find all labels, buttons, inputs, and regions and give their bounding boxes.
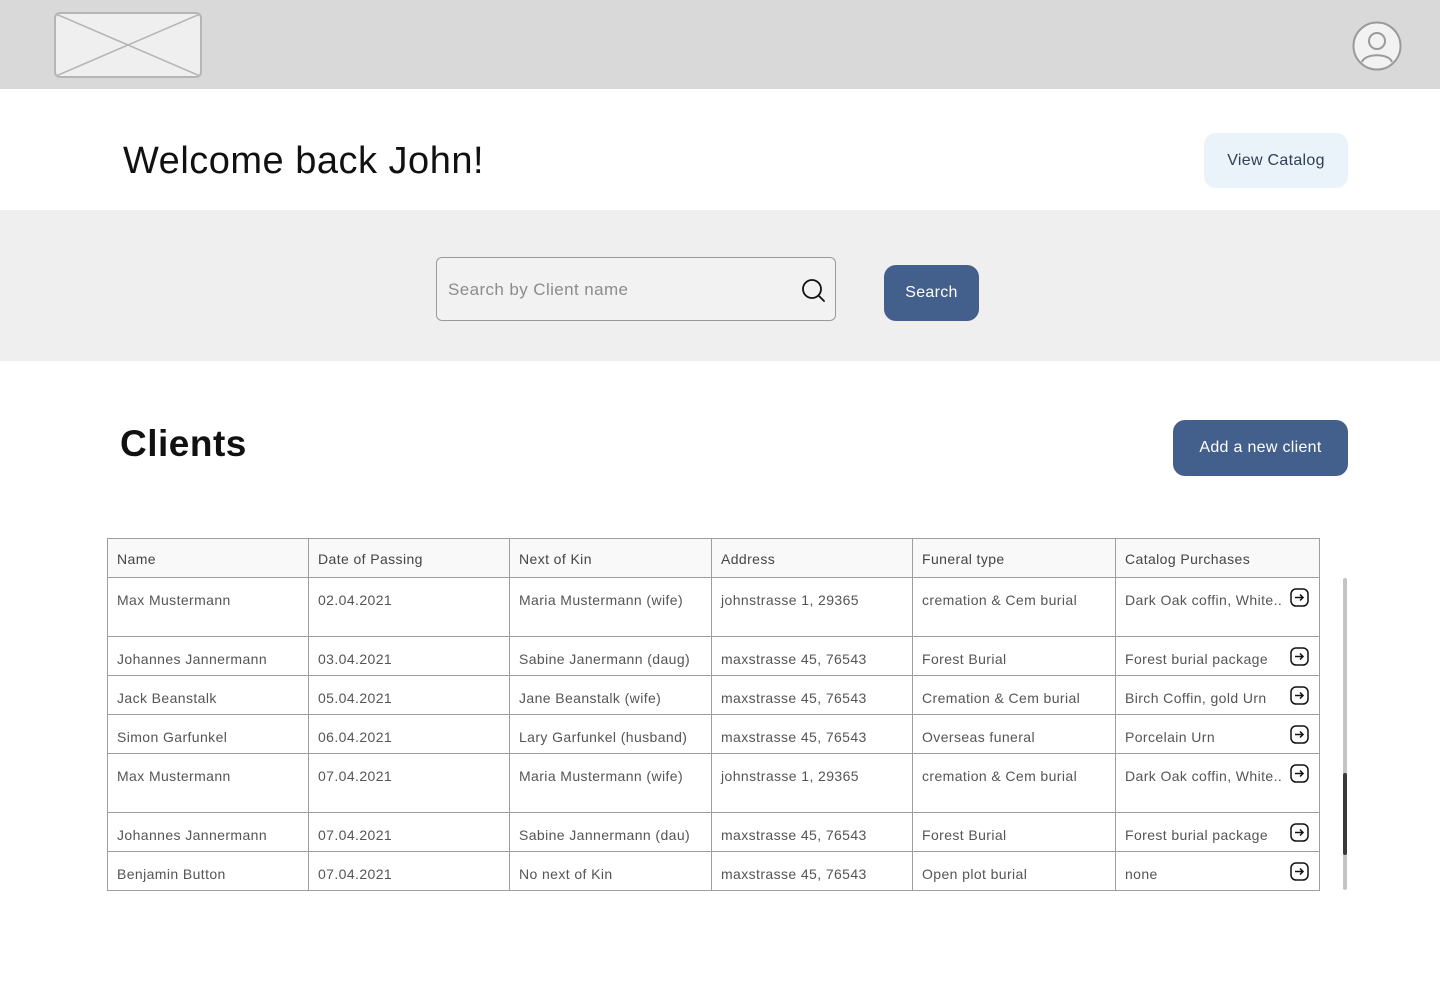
user-avatar-icon[interactable] (1352, 21, 1402, 71)
cell-purchases: Porcelain Urn (1115, 714, 1320, 754)
cell-name: Simon Garfunkel (107, 714, 309, 754)
purchases-text: Forest burial package (1125, 651, 1269, 667)
cell-funeral-type: Open plot burial (912, 851, 1116, 891)
cell-address: maxstrasse 45, 76543 (711, 851, 913, 891)
table-row[interactable]: Johannes Jannermann 07.04.2021 Sabine Ja… (107, 812, 1320, 852)
column-header-date[interactable]: Date of Passing (308, 538, 510, 578)
cell-funeral-type: Overseas funeral (912, 714, 1116, 754)
cell-name: Johannes Jannermann (107, 636, 309, 676)
clients-heading: Clients (120, 423, 247, 464)
table-row[interactable]: Max Mustermann 02.04.2021 Maria Musterma… (107, 577, 1320, 637)
cell-date: 03.04.2021 (308, 636, 510, 676)
cell-kin: Maria Mustermann (wife) (509, 753, 712, 813)
arrow-right-box-icon[interactable] (1290, 823, 1309, 842)
cell-address: maxstrasse 45, 76543 (711, 714, 913, 754)
purchases-text: Porcelain Urn (1125, 729, 1216, 745)
arrow-right-box-icon[interactable] (1290, 647, 1309, 666)
image-placeholder-icon[interactable] (54, 12, 202, 78)
cell-address: johnstrasse 1, 29365 (711, 577, 913, 637)
purchases-text: Dark Oak coffin, White.. (1125, 768, 1283, 784)
column-header-name[interactable]: Name (107, 538, 309, 578)
search-icon[interactable] (801, 278, 825, 302)
add-client-button[interactable]: Add a new client (1173, 420, 1348, 476)
column-header-address[interactable]: Address (711, 538, 913, 578)
cell-date: 07.04.2021 (308, 753, 510, 813)
cell-date: 06.04.2021 (308, 714, 510, 754)
arrow-right-box-icon[interactable] (1290, 686, 1309, 705)
arrow-right-box-icon[interactable] (1290, 764, 1309, 783)
cell-address: maxstrasse 45, 76543 (711, 636, 913, 676)
clients-table: Name Date of Passing Next of Kin Address… (107, 538, 1320, 891)
arrow-right-box-icon[interactable] (1290, 725, 1309, 744)
page-title: Welcome back John! (123, 140, 485, 182)
purchases-text: Dark Oak coffin, White.. (1125, 592, 1283, 608)
table-row[interactable]: Jack Beanstalk 05.04.2021 Jane Beanstalk… (107, 675, 1320, 715)
column-header-purchases[interactable]: Catalog Purchases (1115, 538, 1320, 578)
arrow-right-box-icon[interactable] (1290, 588, 1309, 607)
cell-date: 07.04.2021 (308, 851, 510, 891)
table-row[interactable]: Johannes Jannermann 03.04.2021 Sabine Ja… (107, 636, 1320, 676)
cell-kin: Maria Mustermann (wife) (509, 577, 712, 637)
cell-funeral-type: Forest Burial (912, 636, 1116, 676)
cell-purchases: none (1115, 851, 1320, 891)
cell-name: Johannes Jannermann (107, 812, 309, 852)
search-field[interactable] (436, 257, 836, 321)
purchases-text: Birch Coffin, gold Urn (1125, 690, 1267, 706)
purchases-text: Forest burial package (1125, 827, 1269, 843)
cell-kin: Jane Beanstalk (wife) (509, 675, 712, 715)
cell-address: maxstrasse 45, 76543 (711, 675, 913, 715)
cell-name: Jack Beanstalk (107, 675, 309, 715)
cell-name: Benjamin Button (107, 851, 309, 891)
table-header-row: Name Date of Passing Next of Kin Address… (107, 538, 1320, 578)
cell-funeral-type: Forest Burial (912, 812, 1116, 852)
cell-address: maxstrasse 45, 76543 (711, 812, 913, 852)
search-section: Search (0, 210, 1440, 361)
table-row[interactable]: Max Mustermann 07.04.2021 Maria Musterma… (107, 753, 1320, 813)
cell-date: 07.04.2021 (308, 812, 510, 852)
table-row[interactable]: Benjamin Button 07.04.2021 No next of Ki… (107, 851, 1320, 891)
cell-kin: Sabine Jannermann (dau) (509, 812, 712, 852)
cell-funeral-type: cremation & Cem burial (912, 577, 1116, 637)
top-bar (0, 0, 1440, 89)
cell-name: Max Mustermann (107, 577, 309, 637)
cell-kin: Lary Garfunkel (husband) (509, 714, 712, 754)
search-button[interactable]: Search (884, 265, 979, 321)
cell-funeral-type: Cremation & Cem burial (912, 675, 1116, 715)
cell-address: johnstrasse 1, 29365 (711, 753, 913, 813)
table-row[interactable]: Simon Garfunkel 06.04.2021 Lary Garfunke… (107, 714, 1320, 754)
cell-funeral-type: cremation & Cem burial (912, 753, 1116, 813)
cell-purchases: Dark Oak coffin, White.. (1115, 753, 1320, 813)
cell-date: 05.04.2021 (308, 675, 510, 715)
cell-date: 02.04.2021 (308, 577, 510, 637)
view-catalog-button[interactable]: View Catalog (1204, 133, 1348, 188)
cell-purchases: Forest burial package (1115, 812, 1320, 852)
column-header-kin[interactable]: Next of Kin (509, 538, 712, 578)
cell-kin: Sabine Janermann (daug) (509, 636, 712, 676)
cell-name: Max Mustermann (107, 753, 309, 813)
cell-purchases: Birch Coffin, gold Urn (1115, 675, 1320, 715)
cell-kin: No next of Kin (509, 851, 712, 891)
arrow-right-box-icon[interactable] (1290, 862, 1309, 881)
purchases-text: none (1125, 866, 1158, 882)
cell-purchases: Forest burial package (1115, 636, 1320, 676)
cell-purchases: Dark Oak coffin, White.. (1115, 577, 1320, 637)
table-scrollbar-thumb[interactable] (1343, 773, 1347, 855)
search-input[interactable] (448, 270, 788, 310)
column-header-funeral-type[interactable]: Funeral type (912, 538, 1116, 578)
